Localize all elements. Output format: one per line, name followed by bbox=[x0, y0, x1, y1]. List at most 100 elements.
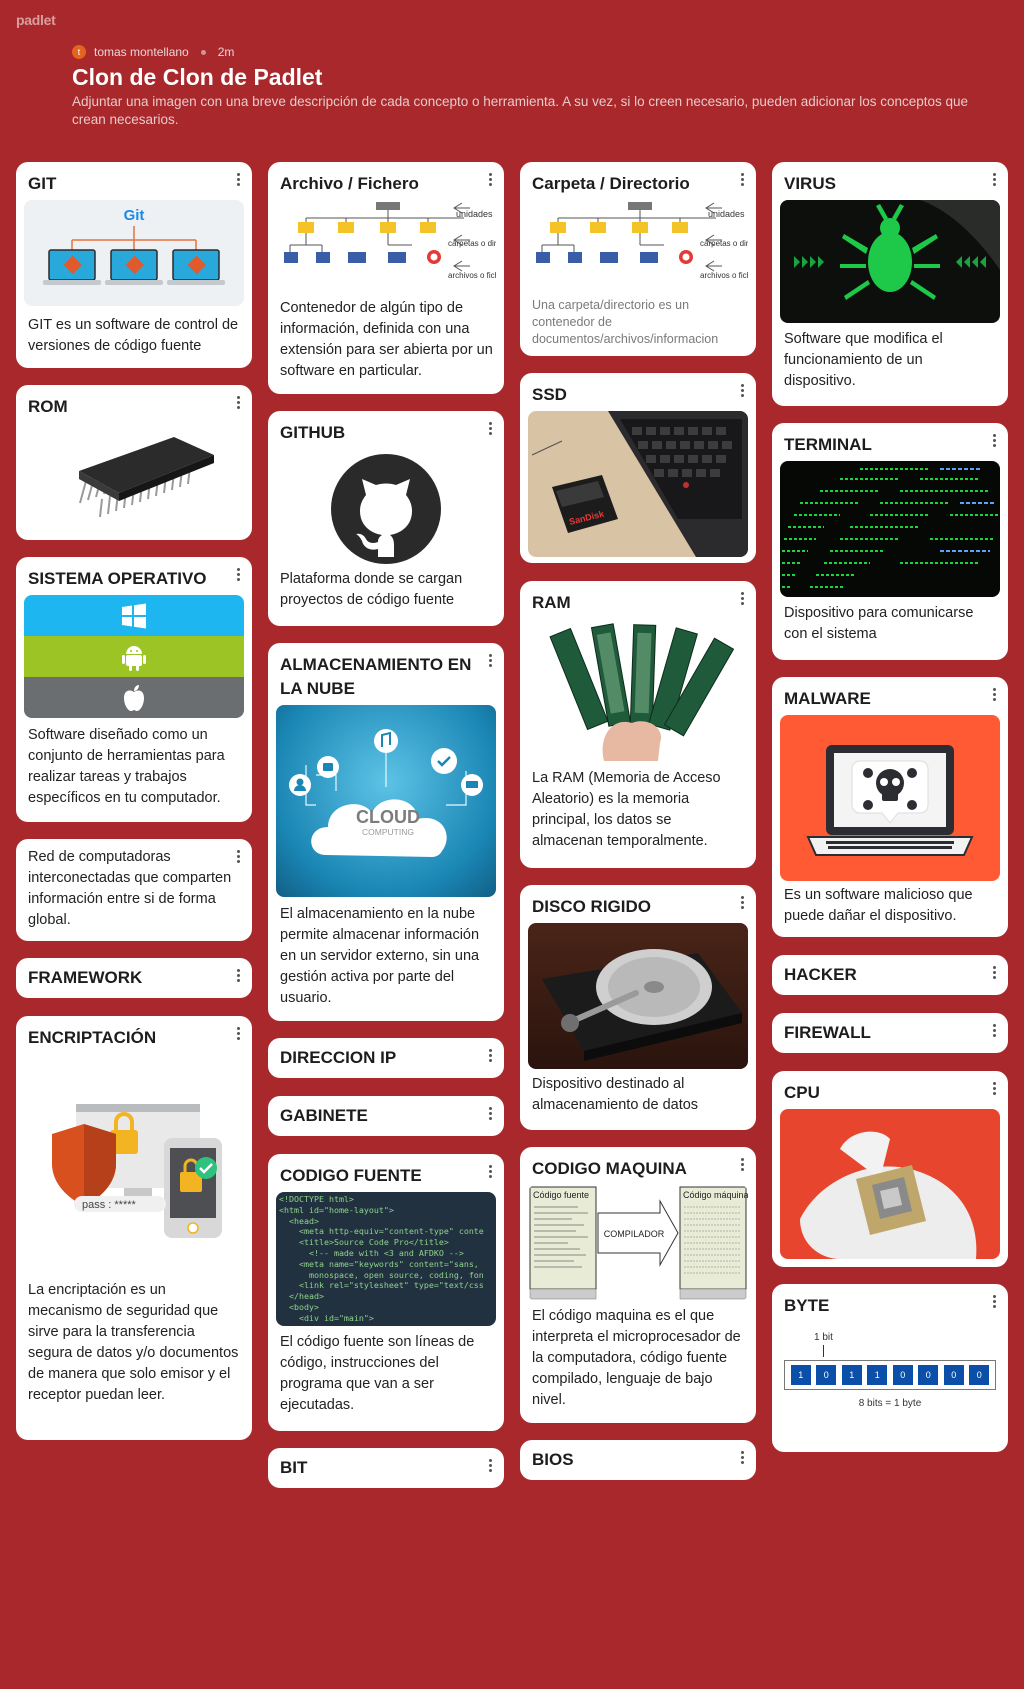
hard-disk-image[interactable] bbox=[528, 923, 748, 1069]
card-ram[interactable]: RAM La RAM (Memoria de Acceso Aleatorio)… bbox=[520, 581, 756, 868]
diagram-label: Código máquina bbox=[683, 1190, 748, 1200]
more-options-icon[interactable] bbox=[988, 685, 1000, 703]
source-code-image[interactable]: <!DOCTYPE html> <html id="home-layout"> <… bbox=[276, 1192, 496, 1326]
more-options-icon[interactable] bbox=[484, 651, 496, 669]
more-options-icon[interactable] bbox=[988, 963, 1000, 981]
card-title: BIT bbox=[280, 1458, 308, 1477]
card-sistema-operativo[interactable]: SISTEMA OPERATIVO Software diseñado como… bbox=[16, 557, 252, 822]
cloud-computing-image[interactable]: CLOUD COMPUTING bbox=[276, 705, 496, 897]
more-options-icon[interactable] bbox=[484, 1162, 496, 1180]
card-cpu[interactable]: CPU bbox=[772, 1071, 1008, 1267]
more-options-icon[interactable] bbox=[484, 1456, 496, 1474]
bits-row: 10110000 bbox=[784, 1360, 996, 1390]
more-options-icon[interactable] bbox=[736, 893, 748, 911]
card-title: CPU bbox=[784, 1083, 820, 1102]
byte-diagram[interactable]: 1 bit 10110000 8 bits = 1 byte bbox=[780, 1332, 1000, 1432]
card-codigo-maquina[interactable]: CODIGO MAQUINA Código fuente COMPILADOR … bbox=[520, 1147, 756, 1423]
more-options-icon[interactable] bbox=[484, 170, 496, 188]
author-name: tomas montellano bbox=[94, 45, 189, 59]
card-disco-rigido[interactable]: DISCO RIGIDO Dispositivo destinado al al… bbox=[520, 885, 756, 1130]
card-malware[interactable]: MALWARE Es un software malicioso que pue… bbox=[772, 677, 1008, 937]
card-title: ROM bbox=[28, 397, 68, 416]
windows-icon bbox=[24, 595, 244, 636]
file-tree-diagram[interactable]: unidades carpetas o directorios archivos… bbox=[276, 200, 496, 295]
malware-image[interactable] bbox=[780, 715, 1000, 881]
card-gabinete[interactable]: GABINETE bbox=[268, 1096, 504, 1136]
page-description: Adjuntar una imagen con una breve descri… bbox=[72, 94, 969, 127]
more-options-icon[interactable] bbox=[988, 1079, 1000, 1097]
card-title: CODIGO MAQUINA bbox=[532, 1159, 687, 1178]
more-options-icon[interactable] bbox=[232, 565, 244, 583]
card-encriptacion[interactable]: ENCRIPTACIÓN pass : ***** La encriptació… bbox=[16, 1016, 252, 1440]
card-framework[interactable]: FRAMEWORK bbox=[16, 958, 252, 998]
diagram-label: COMPILADOR bbox=[604, 1229, 665, 1239]
terminal-image[interactable] bbox=[780, 461, 1000, 597]
card-title: GITHUB bbox=[280, 423, 346, 442]
git-image[interactable]: Git bbox=[24, 200, 244, 306]
virus-image[interactable] bbox=[780, 200, 1000, 323]
more-options-icon[interactable] bbox=[736, 170, 748, 188]
card-codigo-fuente[interactable]: CODIGO FUENTE <!DOCTYPE html> <html id="h… bbox=[268, 1154, 504, 1431]
card-git[interactable]: GIT Git GIT es un software de control de… bbox=[16, 162, 252, 368]
rom-chip-image[interactable] bbox=[24, 423, 244, 533]
card-ssd[interactable]: SSD SanDisk bbox=[520, 373, 756, 563]
card-firewall[interactable]: FIREWALL bbox=[772, 1013, 1008, 1053]
bit-cell: 1 bbox=[790, 1365, 811, 1385]
more-options-icon[interactable] bbox=[232, 170, 244, 188]
more-options-icon[interactable] bbox=[988, 431, 1000, 449]
more-options-icon[interactable] bbox=[484, 1046, 496, 1064]
card-text: El código fuente son líneas de código, i… bbox=[280, 1334, 475, 1413]
more-options-icon[interactable] bbox=[232, 393, 244, 411]
timestamp: 2m bbox=[217, 45, 235, 59]
cpu-image[interactable] bbox=[780, 1109, 1000, 1259]
more-options-icon[interactable] bbox=[988, 170, 1000, 188]
github-icon[interactable] bbox=[276, 451, 496, 566]
card-github[interactable]: GITHUB Plataforma donde se cargan proyec… bbox=[268, 411, 504, 626]
card-title: Archivo / Fichero bbox=[280, 174, 419, 193]
code-line: <meta http-equiv="content-type" conte bbox=[279, 1226, 484, 1237]
more-options-icon[interactable] bbox=[484, 419, 496, 437]
card-title: FRAMEWORK bbox=[28, 968, 143, 987]
more-options-icon[interactable] bbox=[988, 1292, 1000, 1310]
folder-tree-diagram[interactable]: unidades carpetas o directorios archivos… bbox=[528, 200, 748, 295]
card-carpeta[interactable]: Carpeta / Directorio unidades carpetas o… bbox=[520, 162, 756, 356]
more-options-icon[interactable] bbox=[736, 1155, 748, 1173]
card-title: BYTE bbox=[784, 1296, 830, 1315]
card-text: Dispositivo destinado al almacenamiento … bbox=[532, 1076, 699, 1113]
card-rom[interactable]: ROM bbox=[16, 385, 252, 540]
card-direccion-ip[interactable]: DIRECCION IP bbox=[268, 1038, 504, 1078]
compiler-diagram[interactable]: Código fuente COMPILADOR Código máquina bbox=[528, 1185, 748, 1301]
more-options-icon[interactable] bbox=[484, 1104, 496, 1122]
card-terminal[interactable]: TERMINAL Dispositivo para comunicarse co… bbox=[772, 423, 1008, 660]
card-red[interactable]: Red de computadoras interconectadas que … bbox=[16, 839, 252, 941]
more-options-icon[interactable] bbox=[988, 1021, 1000, 1039]
ssd-image[interactable]: SanDisk bbox=[528, 411, 748, 557]
card-virus[interactable]: VIRUS Software que modifica el funcionam… bbox=[772, 162, 1008, 406]
card-archivo[interactable]: Archivo / Fichero unidades carpetas o di… bbox=[268, 162, 504, 394]
avatar[interactable]: t bbox=[72, 45, 86, 59]
card-bit[interactable]: BIT bbox=[268, 1448, 504, 1488]
card-bios[interactable]: BIOS bbox=[520, 1440, 756, 1480]
more-options-icon[interactable] bbox=[232, 1024, 244, 1042]
code-line: <meta name="keywords" content="sans, bbox=[279, 1258, 479, 1269]
card-byte[interactable]: BYTE 1 bit 10110000 8 bits = 1 byte bbox=[772, 1284, 1008, 1452]
more-options-icon[interactable] bbox=[736, 381, 748, 399]
card-text: Es un software malicioso que puede dañar… bbox=[784, 887, 973, 924]
code-line: <title>Source Code Pro</title> bbox=[279, 1237, 449, 1248]
os-logos-image[interactable] bbox=[24, 595, 244, 718]
card-nube[interactable]: ALMACENAMIENTO EN LA NUBE CLOUD COMPUTIN… bbox=[268, 643, 504, 1021]
padlet-logo[interactable]: padlet bbox=[16, 12, 56, 28]
cloud-label: CLOUD bbox=[356, 807, 420, 827]
card-text: GIT es un software de control de version… bbox=[28, 317, 239, 354]
card-text: El código maquina es el que interpreta e… bbox=[532, 1308, 741, 1408]
ram-image[interactable] bbox=[528, 619, 748, 761]
more-options-icon[interactable] bbox=[736, 1448, 748, 1466]
card-hacker[interactable]: HACKER bbox=[772, 955, 1008, 995]
more-options-icon[interactable] bbox=[736, 589, 748, 607]
code-line: </head> bbox=[279, 1291, 324, 1302]
encryption-image[interactable]: pass : ***** bbox=[24, 1054, 244, 1274]
password-label: pass : ***** bbox=[82, 1199, 137, 1211]
more-options-icon[interactable] bbox=[232, 966, 244, 984]
card-title: ENCRIPTACIÓN bbox=[28, 1028, 157, 1047]
card-title: FIREWALL bbox=[784, 1023, 871, 1042]
